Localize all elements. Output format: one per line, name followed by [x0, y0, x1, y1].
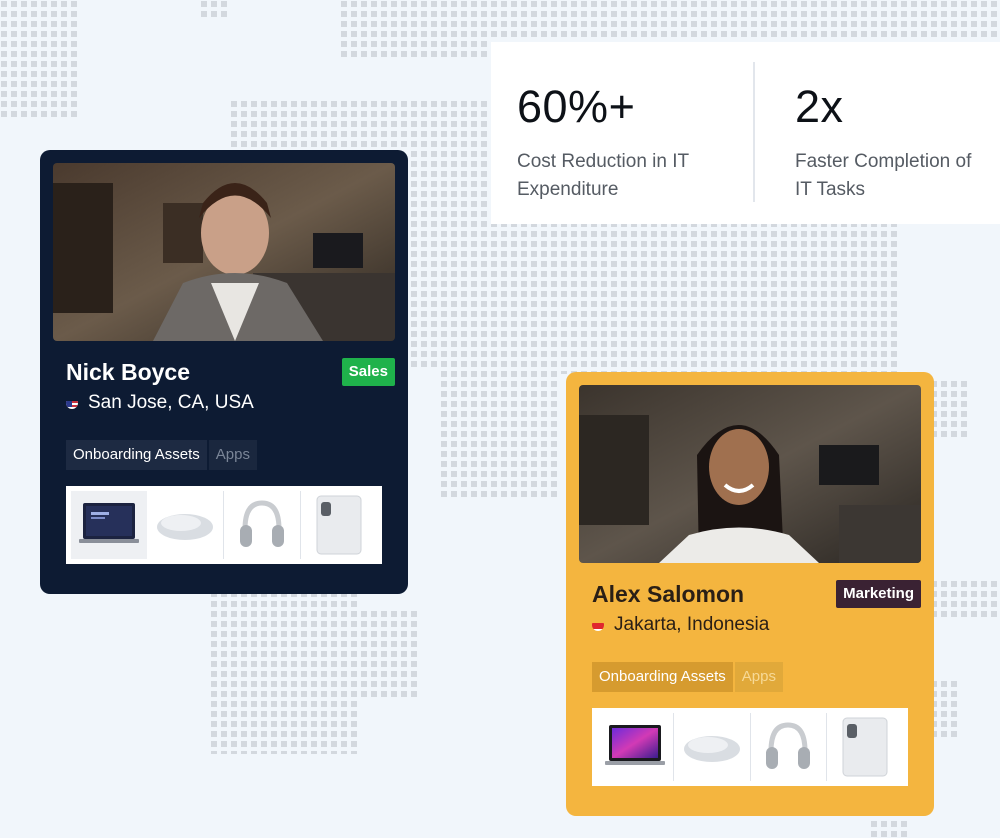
indonesia-flag-icon [592, 619, 604, 631]
us-flag-icon [66, 397, 78, 409]
employee-photo [53, 163, 395, 341]
employee-card-alex-salomon[interactable]: Alex Salomon Marketing Jakarta, Indonesi… [566, 372, 934, 816]
mouse-icon[interactable] [147, 491, 224, 559]
tab-apps[interactable]: Apps [208, 440, 257, 470]
employee-location: San Jose, CA, USA [53, 392, 395, 414]
headphones-icon[interactable] [224, 491, 301, 559]
tab-apps[interactable]: Apps [734, 662, 783, 692]
stat-value: 60%+ [517, 81, 636, 132]
tablet-icon[interactable] [827, 713, 903, 781]
tab-onboarding-assets[interactable]: Onboarding Assets [66, 440, 207, 470]
location-text: San Jose, CA, USA [88, 392, 254, 413]
mouse-icon[interactable] [674, 713, 751, 781]
tablet-icon[interactable] [301, 491, 377, 559]
laptop-icon[interactable] [71, 491, 147, 559]
asset-tabs: Onboarding Assets Apps [579, 662, 921, 692]
laptop-icon[interactable] [597, 713, 674, 781]
stat-cost-reduction: 60%+ Cost Reduction in IT Expenditure [491, 42, 753, 224]
device-list [592, 708, 908, 786]
stat-value: 2x [795, 81, 844, 132]
employee-name: Nick Boyce [66, 359, 191, 385]
location-text: Jakarta, Indonesia [614, 614, 770, 635]
stat-label: Faster Completion of IT Tasks [795, 151, 972, 200]
employee-location: Jakarta, Indonesia [579, 614, 921, 636]
device-list [66, 486, 382, 564]
department-badge: Sales [341, 358, 395, 386]
employee-name: Alex Salomon [592, 581, 745, 607]
employee-card-nick-boyce[interactable]: Nick Boyce Sales San Jose, CA, USA Onboa… [40, 150, 408, 594]
tab-onboarding-assets[interactable]: Onboarding Assets [592, 662, 733, 692]
stat-label: Cost Reduction in IT Expenditure [517, 151, 690, 200]
stat-faster-completion: 2x Faster Completion of IT Tasks [755, 42, 971, 224]
stats-panel: 60%+ Cost Reduction in IT Expenditure 2x… [491, 42, 1000, 224]
asset-tabs: Onboarding Assets Apps [53, 440, 395, 470]
headphones-icon[interactable] [751, 713, 828, 781]
department-badge: Marketing [836, 580, 921, 608]
employee-photo [579, 385, 921, 563]
